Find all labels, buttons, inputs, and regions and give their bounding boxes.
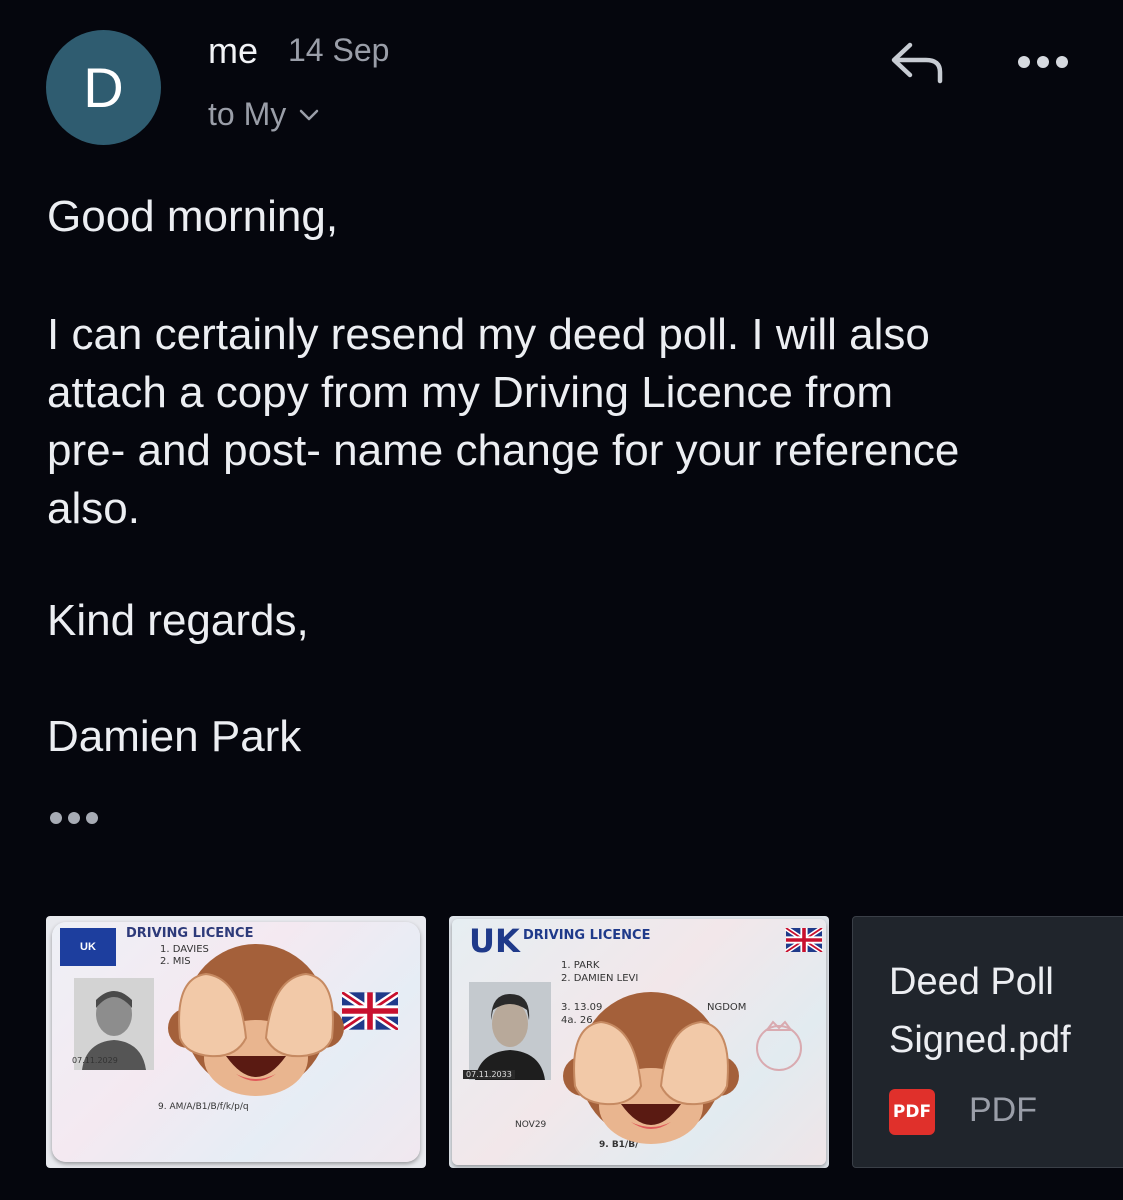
email-signature: Damien Park xyxy=(47,712,302,761)
see-no-evil-monkey-icon xyxy=(168,944,344,1096)
attachment-pdf[interactable]: Deed Poll Signed.pdf PDF PDF xyxy=(852,916,1123,1168)
licence-photo xyxy=(469,982,551,1080)
reply-button[interactable] xyxy=(882,36,952,92)
email-paragraph: I can certainly resend my deed poll. I w… xyxy=(47,306,1097,538)
sender-name[interactable]: me xyxy=(208,30,258,72)
reply-icon xyxy=(888,39,946,90)
show-trimmed-content-button[interactable] xyxy=(50,808,102,828)
pdf-file-type: PDF xyxy=(969,1091,1037,1129)
email-closing: Kind regards, xyxy=(47,596,309,645)
recipient-label: to My xyxy=(208,96,287,132)
paragraph-line: I can certainly resend my deed poll. I w… xyxy=(47,310,930,359)
licence-line: 2. DAMIEN LEVI xyxy=(561,973,639,984)
pdf-filename-line: Deed Poll xyxy=(889,961,1054,1003)
attachment-licence-old[interactable]: UK DRIVING LICENCE 1. DAVIES 2. MIS 07.1… xyxy=(46,916,426,1168)
paragraph-line: pre- and post- name change for your refe… xyxy=(47,426,960,475)
recipient-toggle[interactable]: to My xyxy=(208,96,320,133)
paragraph-line: attach a copy from my Driving Licence fr… xyxy=(47,368,894,417)
pdf-file-icon: PDF xyxy=(889,1089,935,1135)
licence-title: DRIVING LICENCE xyxy=(523,928,651,943)
licence-date: 07.11.2033 xyxy=(463,1070,515,1079)
more-options-button[interactable] xyxy=(1010,44,1076,84)
licence-country: UK xyxy=(469,922,520,960)
pdf-filename: Deed Poll Signed.pdf xyxy=(889,953,1119,1069)
uk-flag-icon xyxy=(785,928,823,952)
email-date: 14 Sep xyxy=(288,32,390,68)
sender-avatar[interactable]: D xyxy=(46,30,161,145)
chevron-down-icon xyxy=(298,108,320,122)
eu-flag-icon: UK xyxy=(60,928,116,966)
licence-line: 1. PARK xyxy=(561,960,600,971)
attachment-licence-new[interactable]: UK DRIVING LICENCE 1. PARK 2. DAMIEN LEV… xyxy=(449,916,829,1168)
licence-date: 07.11.2029 xyxy=(72,1056,118,1065)
uk-flag-icon xyxy=(342,992,398,1030)
royal-crest-icon xyxy=(756,1020,802,1071)
email-view: D me 14 Sep to My Good morning, I can ce… xyxy=(0,0,1123,1200)
more-options-icon xyxy=(1017,54,1069,75)
email-greeting: Good morning, xyxy=(47,192,339,241)
paragraph-line: also. xyxy=(47,484,140,533)
see-no-evil-monkey-icon xyxy=(563,992,739,1144)
pdf-filename-line: Signed.pdf xyxy=(889,1019,1071,1061)
licence-signature: NOV29 xyxy=(515,1120,547,1130)
avatar-letter: D xyxy=(83,56,124,119)
